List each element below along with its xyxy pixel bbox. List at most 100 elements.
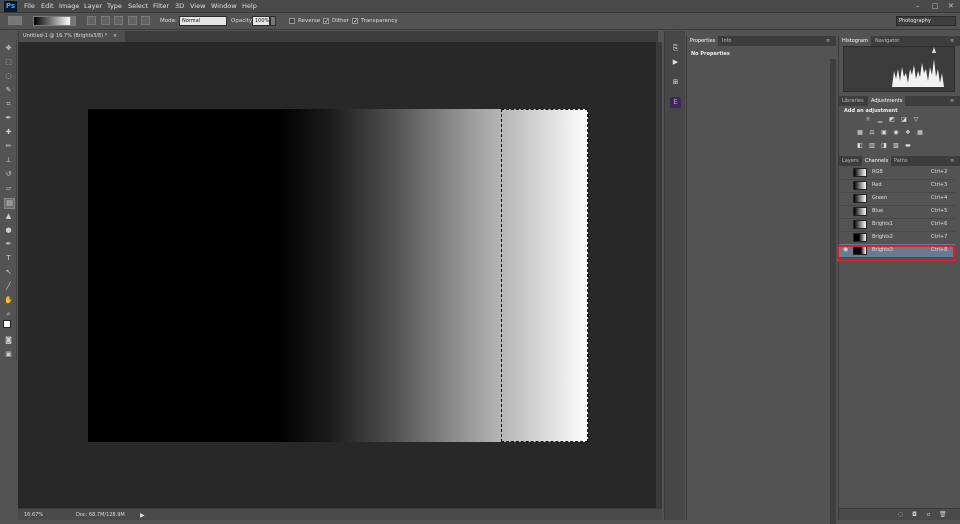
color-balance-icon[interactable]: ⚖ <box>868 129 876 137</box>
dodge-icon[interactable]: ● <box>4 226 13 235</box>
adjustments-menu-icon[interactable]: ≡ <box>947 96 957 106</box>
vibrance-icon[interactable]: ▽ <box>912 116 920 124</box>
menu-type[interactable]: Type <box>107 2 122 10</box>
visibility-eye-icon[interactable] <box>843 195 849 201</box>
menu-image[interactable]: Image <box>59 2 79 10</box>
exposure-icon[interactable]: ◪ <box>900 116 908 124</box>
menu-3d[interactable]: 3D <box>175 2 184 10</box>
panel-menu-icon[interactable]: ≡ <box>823 36 833 46</box>
reverse-checkbox[interactable] <box>289 18 295 24</box>
lasso-icon[interactable]: ◌ <box>4 72 13 81</box>
tab-histogram[interactable]: Histogram <box>839 36 871 46</box>
screen-mode-icon[interactable]: ▣ <box>4 350 13 359</box>
menu-help[interactable]: Help <box>242 2 257 10</box>
canvas-scrollbar[interactable] <box>656 42 662 508</box>
visibility-eye-icon[interactable] <box>843 221 849 227</box>
menu-window[interactable]: Window <box>211 2 237 10</box>
maximize-icon[interactable]: □ <box>932 2 939 10</box>
mode-select[interactable]: Normal <box>179 16 227 26</box>
menu-select[interactable]: Select <box>128 2 148 10</box>
history-brush-icon[interactable]: ↺ <box>4 170 13 179</box>
levels-icon[interactable]: ▁ <box>876 116 884 124</box>
posterize-icon[interactable]: ▥ <box>868 142 876 150</box>
channel-row-blue[interactable]: Blue Ctrl+5 <box>839 205 955 219</box>
selective-color-icon[interactable]: ▧ <box>892 142 900 150</box>
pen-icon[interactable]: ✒ <box>4 240 13 249</box>
gradient-swatch[interactable] <box>33 16 71 26</box>
channel-row-rgb[interactable]: RGB Ctrl+2 <box>839 166 955 180</box>
channel-row-red[interactable]: Red Ctrl+3 <box>839 179 955 193</box>
brush-icon[interactable]: ✏ <box>4 142 13 151</box>
opacity-field[interactable]: 100% <box>252 16 270 26</box>
gradient-tool-preset-icon[interactable] <box>8 16 22 25</box>
workspace-select[interactable]: Photography <box>896 16 956 26</box>
close-tab-icon[interactable]: × <box>113 33 117 39</box>
status-menu-arrow-icon[interactable]: ▶ <box>140 512 145 519</box>
marching-ants-selection[interactable] <box>501 109 588 442</box>
tab-libraries[interactable]: Libraries <box>839 96 867 106</box>
tab-layers[interactable]: Layers <box>839 156 862 166</box>
properties-scrollbar[interactable] <box>830 59 836 524</box>
path-select-icon[interactable]: ↖ <box>4 268 13 277</box>
load-selection-icon[interactable]: ◌ <box>897 511 904 518</box>
tab-paths[interactable]: Paths <box>891 156 911 166</box>
reflected-gradient-icon[interactable] <box>128 16 137 25</box>
visibility-eye-icon[interactable] <box>843 182 849 188</box>
save-selection-icon[interactable]: ◘ <box>911 511 918 518</box>
angle-gradient-icon[interactable] <box>114 16 123 25</box>
radial-gradient-icon[interactable] <box>101 16 110 25</box>
history-panel-icon[interactable]: ⎘ <box>670 43 681 54</box>
black-white-icon[interactable]: ▣ <box>880 129 888 137</box>
crop-icon[interactable]: ⌗ <box>4 100 13 109</box>
layer-comps-panel-icon[interactable]: ⊞ <box>670 77 681 88</box>
menu-layer[interactable]: Layer <box>84 2 102 10</box>
linear-gradient-icon[interactable] <box>87 16 96 25</box>
type-icon[interactable]: T <box>4 254 13 263</box>
zoom-level[interactable]: 16.67% <box>24 512 43 518</box>
transparency-checkbox[interactable]: ✓ <box>352 18 358 25</box>
curves-icon[interactable]: ◩ <box>888 116 896 124</box>
tab-info[interactable]: Info <box>719 36 734 46</box>
minimize-icon[interactable]: – <box>916 2 920 10</box>
channel-row-brights2[interactable]: Brights2 Ctrl+7 <box>839 231 955 245</box>
opacity-dropdown-icon[interactable] <box>270 16 276 26</box>
gradient-icon[interactable]: ▤ <box>4 198 15 209</box>
zoom-icon[interactable]: ⌕ <box>4 310 13 319</box>
delete-channel-icon[interactable]: 🗑 <box>939 511 947 518</box>
move-icon[interactable]: ✥ <box>4 44 13 53</box>
extension-panel-icon[interactable]: E <box>670 97 681 108</box>
tab-properties[interactable]: Properties <box>687 36 719 46</box>
menu-filter[interactable]: Filter <box>153 2 169 10</box>
hue-saturation-icon[interactable]: ▦ <box>856 129 864 137</box>
menu-file[interactable]: File <box>24 2 35 10</box>
channel-row-brights1[interactable]: Brights1 Ctrl+6 <box>839 218 955 232</box>
foreground-color-swatch[interactable] <box>3 320 11 328</box>
invert-icon[interactable]: ◧ <box>856 142 864 150</box>
healing-icon[interactable]: ✚ <box>4 128 13 137</box>
shape-icon[interactable]: ╱ <box>4 282 13 291</box>
threshold-icon[interactable]: ◨ <box>880 142 888 150</box>
quick-mask-icon[interactable]: ◙ <box>4 336 13 345</box>
diamond-gradient-icon[interactable] <box>141 16 150 25</box>
new-channel-icon[interactable]: ▫ <box>925 511 932 518</box>
channels-menu-icon[interactable]: ≡ <box>947 156 957 166</box>
menu-edit[interactable]: Edit <box>41 2 54 10</box>
histogram-menu-icon[interactable]: ≡ <box>947 36 957 46</box>
quick-select-icon[interactable]: ✎ <box>4 86 13 95</box>
hand-icon[interactable]: ✋ <box>4 296 13 305</box>
photo-filter-icon[interactable]: ◉ <box>892 129 900 137</box>
dither-checkbox[interactable]: ✓ <box>323 18 329 25</box>
channel-mixer-icon[interactable]: ❖ <box>904 129 912 137</box>
stamp-icon[interactable]: ⊥ <box>4 156 13 165</box>
menu-view[interactable]: View <box>190 2 205 10</box>
brightness-icon[interactable]: ☼ <box>864 116 872 124</box>
document-tab[interactable]: Untitled-1 @ 16.7% (Brights3/8) * × <box>19 31 125 42</box>
blur-icon[interactable]: ▲ <box>4 212 13 221</box>
actions-panel-icon[interactable]: ▶ <box>670 57 681 68</box>
close-icon[interactable]: ✕ <box>948 2 954 10</box>
tab-channels[interactable]: Channels <box>862 156 892 166</box>
gradient-map-icon[interactable]: ▬ <box>904 142 912 150</box>
eraser-icon[interactable]: ▱ <box>4 184 13 193</box>
marquee-icon[interactable]: ⬚ <box>4 58 13 67</box>
channel-row-green[interactable]: Green Ctrl+4 <box>839 192 955 206</box>
